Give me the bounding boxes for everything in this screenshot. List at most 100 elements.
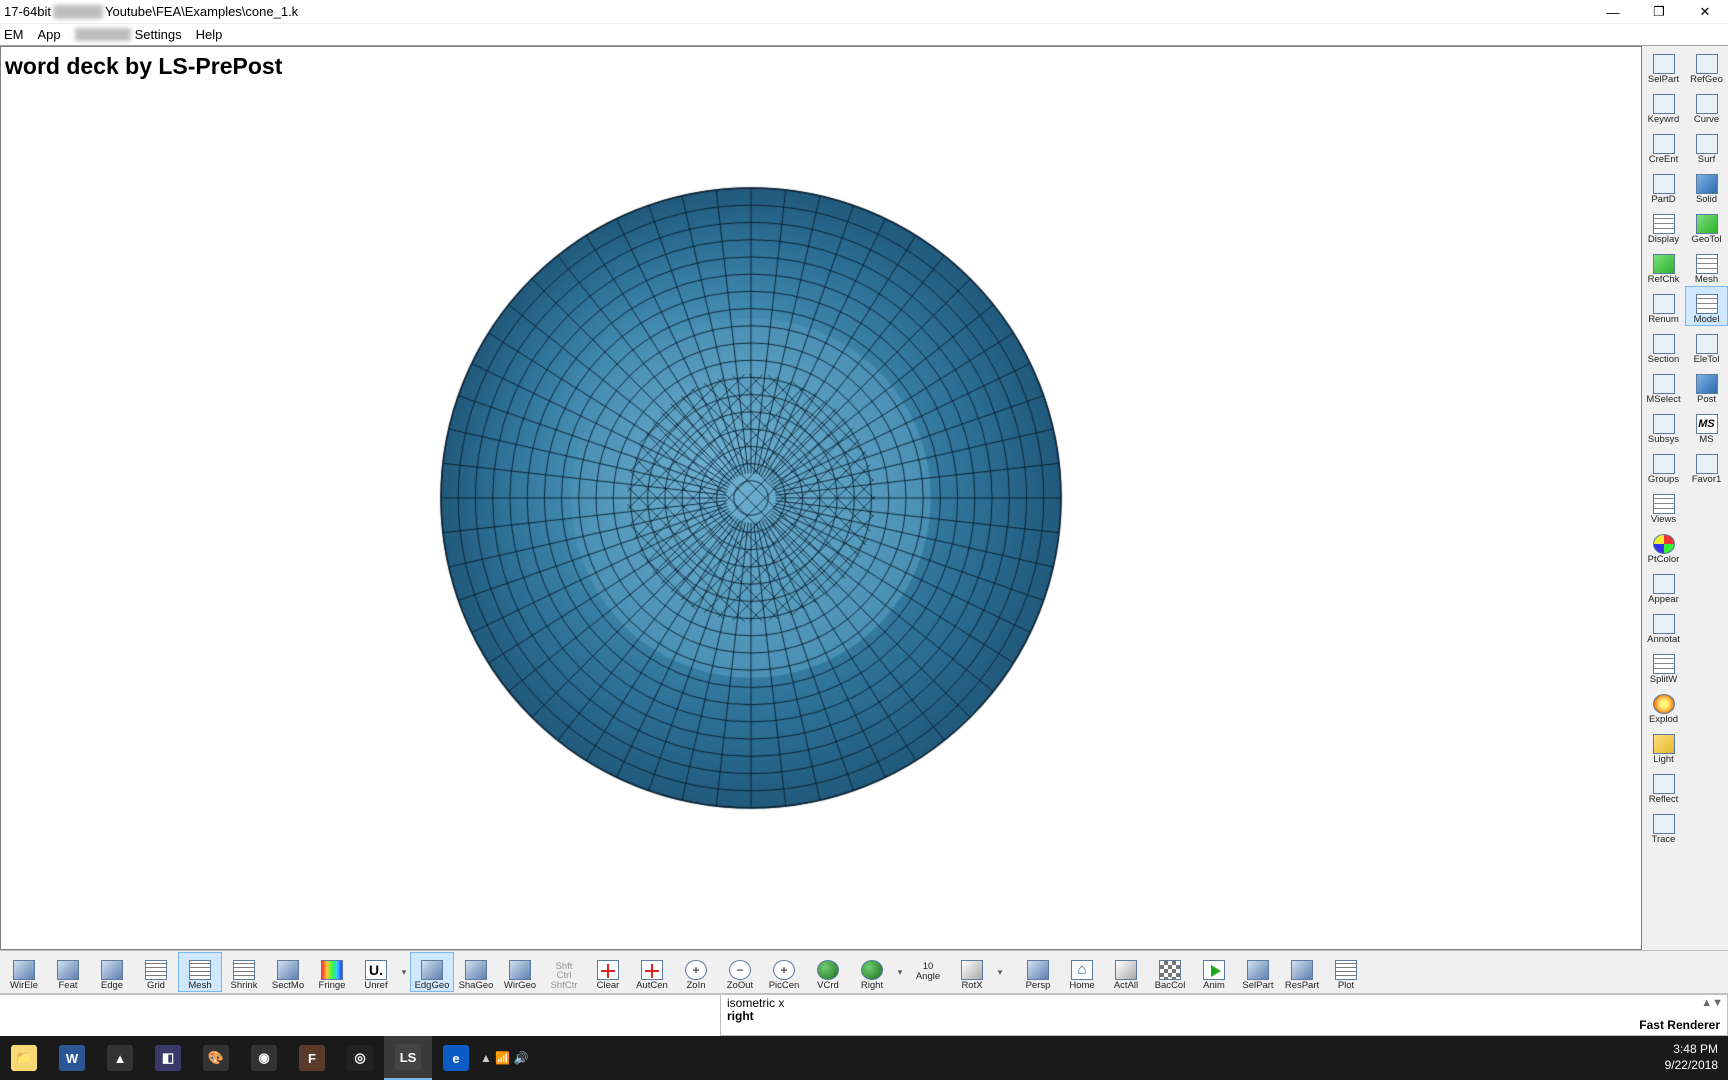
bottom-button-anim[interactable]: Anim bbox=[1192, 952, 1236, 992]
side-button-explod[interactable]: Explod bbox=[1642, 686, 1685, 726]
bottom-button-autcen[interactable]: AutCen bbox=[630, 952, 674, 992]
bottom-button-label: Plot bbox=[1338, 981, 1354, 991]
side-button-mesh[interactable]: Mesh bbox=[1685, 246, 1728, 286]
side-button-refgeo[interactable]: RefGeo bbox=[1685, 46, 1728, 86]
toolbar-dropdown-icon[interactable]: ▾ bbox=[994, 967, 1006, 978]
command-input-area[interactable] bbox=[0, 994, 720, 1036]
bottom-button-meshb[interactable]: Mesh bbox=[178, 952, 222, 992]
mesh-icon bbox=[1696, 254, 1718, 274]
side-button-surf[interactable]: Surf bbox=[1685, 126, 1728, 166]
side-button-mselect[interactable]: MSelect bbox=[1642, 366, 1685, 406]
side-button-curve[interactable]: Curve bbox=[1685, 86, 1728, 126]
window-close-button[interactable]: ✕ bbox=[1682, 0, 1728, 24]
side-button-post[interactable]: Post bbox=[1685, 366, 1728, 406]
bottom-button-persp[interactable]: Persp bbox=[1016, 952, 1060, 992]
bottom-button-shageo[interactable]: ShaGeo bbox=[454, 952, 498, 992]
side-button-section[interactable]: Section bbox=[1642, 326, 1685, 366]
bottom-button-zoin[interactable]: ZoIn bbox=[674, 952, 718, 992]
bottom-button-fringe[interactable]: Fringe bbox=[310, 952, 354, 992]
taskbar-item-app2[interactable]: F bbox=[288, 1036, 336, 1080]
bottom-button-unref[interactable]: U.Unref bbox=[354, 952, 398, 992]
bottom-button-wirgeo[interactable]: WirGeo bbox=[498, 952, 542, 992]
taskbar-item-lspp[interactable]: LS bbox=[384, 1036, 432, 1080]
bottom-button-angle[interactable]: 10Angle bbox=[906, 952, 950, 992]
side-button-keywrd[interactable]: Keywrd bbox=[1642, 86, 1685, 126]
side-button-reflect[interactable]: Reflect bbox=[1642, 766, 1685, 806]
taskbar-item-edge[interactable]: e bbox=[432, 1036, 480, 1080]
bottom-button-shrink[interactable]: Shrink bbox=[222, 952, 266, 992]
toolbar-dropdown-icon[interactable]: ▾ bbox=[894, 967, 906, 978]
side-button-splitw[interactable]: SplitW bbox=[1642, 646, 1685, 686]
taskbar-item-paint[interactable]: 🎨 bbox=[192, 1036, 240, 1080]
side-button-groups[interactable]: Groups bbox=[1642, 446, 1685, 486]
side-button-trace[interactable]: Trace bbox=[1642, 806, 1685, 846]
bottom-button-zoout[interactable]: ZoOut bbox=[718, 952, 762, 992]
bottom-button-actall[interactable]: ActAll bbox=[1104, 952, 1148, 992]
side-button-refchk[interactable]: RefChk bbox=[1642, 246, 1685, 286]
bottom-button-gridb[interactable]: Grid bbox=[134, 952, 178, 992]
clock-date: 9/22/2018 bbox=[1665, 1058, 1718, 1074]
bottom-button-sectmo[interactable]: SectMo bbox=[266, 952, 310, 992]
toolbar-dropdown-icon[interactable]: ▾ bbox=[398, 967, 410, 978]
side-button-views[interactable]: Views bbox=[1642, 486, 1685, 526]
menu-item-help[interactable]: Help bbox=[196, 27, 223, 42]
scroll-indicator-icon[interactable]: ▲▼ bbox=[1701, 997, 1723, 1009]
bottom-toolbar: WirEleFeatEdgeGridMeshShrinkSectMoFringe… bbox=[0, 950, 1728, 994]
bottom-button-right[interactable]: Right bbox=[850, 952, 894, 992]
side-button-appear[interactable]: Appear bbox=[1642, 566, 1685, 606]
side-button-annotat[interactable]: Annotat bbox=[1642, 606, 1685, 646]
bottom-button-edge[interactable]: Edge bbox=[90, 952, 134, 992]
renderer-status: Fast Renderer bbox=[1639, 1018, 1720, 1032]
side-button-eletol[interactable]: EleTol bbox=[1685, 326, 1728, 366]
obs-icon: ◎ bbox=[347, 1045, 373, 1071]
menu-item-app[interactable]: App bbox=[38, 27, 61, 42]
bottom-button-homeb[interactable]: Home bbox=[1060, 952, 1104, 992]
window-minimize-button[interactable]: — bbox=[1590, 0, 1636, 24]
side-button-light[interactable]: Light bbox=[1642, 726, 1685, 766]
taskbar-item-browser1[interactable]: ◉ bbox=[240, 1036, 288, 1080]
taskbar-item-app1[interactable]: ◧ bbox=[144, 1036, 192, 1080]
side-button-renum[interactable]: Renum bbox=[1642, 286, 1685, 326]
window-maximize-button[interactable]: ❐ bbox=[1636, 0, 1682, 24]
side-button-label: Annotat bbox=[1647, 635, 1680, 645]
side-button-display[interactable]: Display bbox=[1642, 206, 1685, 246]
reflect-icon bbox=[1653, 774, 1675, 794]
side-button-creent[interactable]: CreEnt bbox=[1642, 126, 1685, 166]
taskbar-item-up[interactable]: ▲ bbox=[96, 1036, 144, 1080]
viewport[interactable]: word deck by LS-PrePost bbox=[0, 46, 1642, 950]
bottom-button-label: Anim bbox=[1203, 981, 1225, 991]
tray-icons[interactable]: ▲ 📶 🔊 bbox=[480, 1051, 528, 1065]
shift-ctrl-label: Shft Ctrl bbox=[556, 962, 573, 981]
bottom-button-respart[interactable]: ResPart bbox=[1280, 952, 1324, 992]
bottom-button-baccol[interactable]: BacCol bbox=[1148, 952, 1192, 992]
side-button-partd[interactable]: PartD bbox=[1642, 166, 1685, 206]
splitw-icon bbox=[1653, 654, 1675, 674]
bottom-button-vcrd[interactable]: VCrd bbox=[806, 952, 850, 992]
side-button-favor1[interactable]: Favor1 bbox=[1685, 446, 1728, 486]
bottom-button-wirele[interactable]: WirEle bbox=[2, 952, 46, 992]
menu-item-settings[interactable]: Settings bbox=[135, 27, 182, 42]
side-button-model[interactable]: Model bbox=[1685, 286, 1728, 326]
bottom-button-plot[interactable]: Plot bbox=[1324, 952, 1368, 992]
actall-icon bbox=[1115, 960, 1137, 980]
side-button-solid[interactable]: Solid bbox=[1685, 166, 1728, 206]
side-button-ptcolor[interactable]: PtColor bbox=[1642, 526, 1685, 566]
bottom-button-feat[interactable]: Feat bbox=[46, 952, 90, 992]
taskbar-item-explorer[interactable]: 📁 bbox=[0, 1036, 48, 1080]
bottom-button-piccen[interactable]: PicCen bbox=[762, 952, 806, 992]
bottom-button-edggeo[interactable]: EdgGeo bbox=[410, 952, 454, 992]
side-button-ms[interactable]: MSMS bbox=[1685, 406, 1728, 446]
meshb-icon bbox=[189, 960, 211, 980]
piccen-icon bbox=[773, 960, 795, 980]
bottom-button-clear[interactable]: Clear bbox=[586, 952, 630, 992]
partd-icon bbox=[1653, 174, 1675, 194]
menu-item-em[interactable]: EM bbox=[4, 27, 24, 42]
side-button-subsys[interactable]: Subsys bbox=[1642, 406, 1685, 446]
side-button-geotol[interactable]: GeoTol bbox=[1685, 206, 1728, 246]
taskbar-item-word[interactable]: W bbox=[48, 1036, 96, 1080]
side-button-selpart[interactable]: SelPart bbox=[1642, 46, 1685, 86]
bottom-button-rotx[interactable]: RotX bbox=[950, 952, 994, 992]
system-tray-clock[interactable]: 3:48 PM 9/22/2018 bbox=[1665, 1042, 1728, 1073]
taskbar-item-obs[interactable]: ◎ bbox=[336, 1036, 384, 1080]
bottom-button-selpartb[interactable]: SelPart bbox=[1236, 952, 1280, 992]
